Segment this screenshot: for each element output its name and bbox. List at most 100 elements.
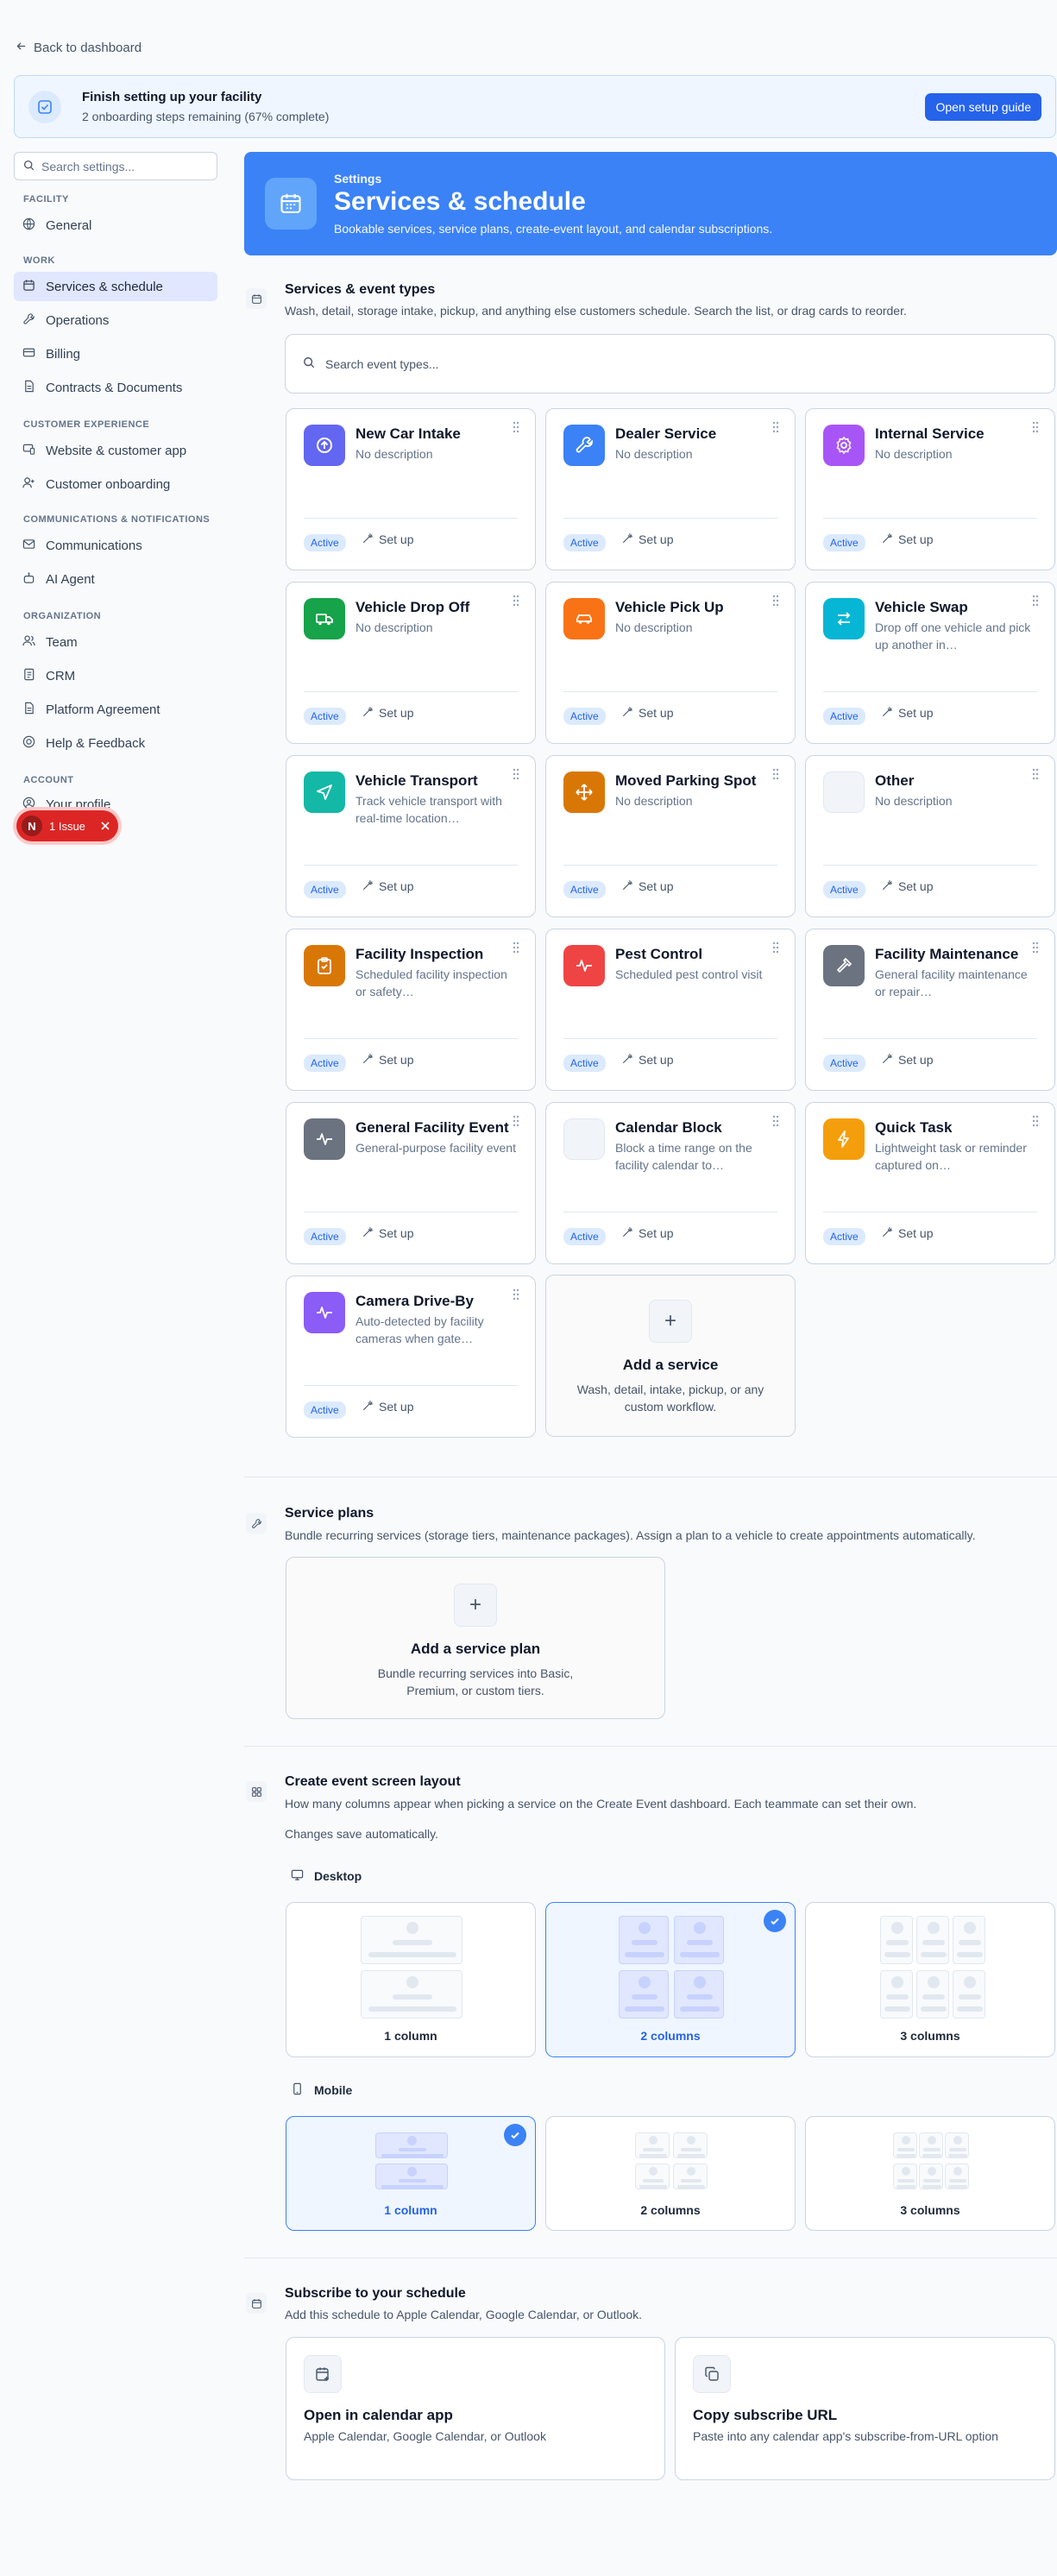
event-type-card[interactable]: Dealer Service No description Active Set up (545, 408, 796, 570)
sidebar-item-communications[interactable]: Communications (14, 531, 217, 560)
mobile-layout-2-columns[interactable]: 2 columns (545, 2116, 796, 2231)
desktop-layout-3-columns[interactable]: 3 columns (805, 1902, 1055, 2057)
search-icon (303, 356, 315, 371)
sidebar-item-customer-onboarding[interactable]: Customer onboarding (14, 469, 217, 499)
event-type-card[interactable]: Vehicle Swap Drop off one vehicle and pic… (805, 582, 1055, 744)
set-up-button[interactable]: Set up (882, 879, 933, 893)
mobile-layout-1-column[interactable]: 1 column (286, 2116, 536, 2231)
desktop-layout-2-columns[interactable]: 2 columns (545, 1902, 796, 2057)
drag-handle-icon[interactable] (772, 421, 779, 433)
event-type-name: Dealer Service (615, 425, 717, 442)
desktop-layout-1-column[interactable]: 1 column (286, 1902, 536, 2057)
mobile-layout-3-columns[interactable]: 3 columns (805, 2116, 1055, 2231)
sidebar-item-services-schedule[interactable]: Services & schedule (14, 272, 217, 301)
settings-search-input[interactable]: Search settings... (14, 152, 217, 180)
drag-handle-icon[interactable] (772, 1115, 779, 1127)
drag-handle-icon[interactable] (513, 1115, 519, 1127)
event-type-search-input[interactable]: Search event types... (285, 334, 1055, 394)
event-type-card[interactable]: Internal Service No description Active Set … (805, 408, 1055, 570)
card-divider (304, 518, 518, 519)
drag-handle-icon[interactable] (772, 942, 779, 954)
event-type-card[interactable]: General Facility Event General-purpose fa… (286, 1102, 536, 1264)
sidebar-item-platform-agreement[interactable]: Platform Agreement (14, 695, 217, 724)
set-up-button[interactable]: Set up (362, 1400, 413, 1414)
event-type-card[interactable]: Calendar Block Block a time range on the … (545, 1102, 796, 1264)
wrench-icon (246, 1513, 267, 1534)
event-type-card[interactable]: New Car Intake No description Active Set up (286, 408, 536, 570)
sidebar-item-website[interactable]: Website & customer app (14, 436, 217, 465)
event-type-card[interactable]: Other No description Active Set up (805, 755, 1055, 917)
set-up-button[interactable]: Set up (622, 1053, 673, 1067)
magic-wand-icon (882, 1226, 893, 1240)
close-icon[interactable] (101, 820, 110, 833)
sidebar-item-general[interactable]: General (14, 211, 217, 240)
set-up-button[interactable]: Set up (882, 532, 933, 546)
set-up-button[interactable]: Set up (622, 1226, 673, 1240)
event-type-card[interactable]: Pest Control Scheduled pest control visit… (545, 929, 796, 1091)
drag-handle-icon[interactable] (1032, 942, 1039, 954)
event-type-card[interactable]: Vehicle Drop Off No description Active Set … (286, 582, 536, 744)
drag-handle-icon[interactable] (1032, 421, 1039, 433)
event-type-card[interactable]: Camera Drive-By Auto-detected by facility… (286, 1275, 536, 1438)
magic-wand-icon (362, 706, 374, 720)
drag-handle-icon[interactable] (513, 595, 519, 607)
desktop-subheading: Desktop (291, 1868, 362, 1884)
status-badge: Active (304, 1055, 346, 1072)
set-up-button[interactable]: Set up (882, 1053, 933, 1067)
calendar-plus-icon (246, 2293, 267, 2314)
drag-handle-icon[interactable] (513, 942, 519, 954)
sidebar-item-billing[interactable]: Billing (14, 339, 217, 368)
set-up-button[interactable]: Set up (362, 532, 413, 546)
banner-subtitle: 2 onboarding steps remaining (67% comple… (82, 110, 330, 123)
set-up-button[interactable]: Set up (362, 879, 413, 893)
drag-handle-icon[interactable] (772, 595, 779, 607)
set-up-button[interactable]: Set up (622, 532, 673, 546)
blank-icon (563, 1118, 605, 1160)
event-type-card[interactable]: Facility Maintenance General facility mai… (805, 929, 1055, 1091)
sidebar-item-operations[interactable]: Operations (14, 305, 217, 335)
copy-subscribe-url-description: Paste into any calendar app's subscribe-… (693, 2429, 998, 2443)
drag-handle-icon[interactable] (1032, 595, 1039, 607)
status-badge: Active (563, 534, 606, 551)
event-type-card[interactable]: Facility Inspection Scheduled facility in… (286, 929, 536, 1091)
issue-indicator[interactable]: N 1 Issue (16, 810, 118, 841)
add-service-plan-card[interactable]: + Add a service plan Bundle recurring se… (286, 1557, 665, 1719)
drag-handle-icon[interactable] (1032, 768, 1039, 780)
add-service-card[interactable]: + Add a service Wash, detail, intake, pi… (545, 1275, 796, 1437)
drag-handle-icon[interactable] (513, 1288, 519, 1301)
set-up-button[interactable]: Set up (882, 1226, 933, 1240)
drag-handle-icon[interactable] (513, 768, 519, 780)
layout-description: How many columns appear when picking a s… (285, 1797, 917, 1811)
set-up-button[interactable]: Set up (362, 706, 413, 720)
open-in-calendar-app-card[interactable]: Open in calendar app Apple Calendar, Goo… (286, 2337, 665, 2480)
sidebar-item-contracts[interactable]: Contracts & Documents (14, 373, 217, 402)
sidebar-item-ai-agent[interactable]: AI Agent (14, 564, 217, 594)
back-to-dashboard-link[interactable]: Back to dashboard (16, 38, 142, 57)
set-up-button[interactable]: Set up (362, 1053, 413, 1067)
sidebar-item-crm[interactable]: CRM (14, 661, 217, 690)
card-divider (304, 691, 518, 692)
drag-handle-icon[interactable] (513, 421, 519, 433)
card-divider (823, 691, 1037, 692)
drag-handle-icon[interactable] (772, 768, 779, 780)
layout-option-label: 2 columns (640, 2203, 701, 2217)
event-type-card[interactable]: Vehicle Pick Up No description Active Set u… (545, 582, 796, 744)
open-setup-guide-button[interactable]: Open setup guide (925, 92, 1041, 121)
sidebar-item-team[interactable]: Team (14, 627, 217, 657)
layout-preview-tile (674, 1916, 724, 1964)
copy-subscribe-url-card[interactable]: Copy subscribe URL Paste into any calend… (675, 2337, 1055, 2480)
page-subtitle: Bookable services, service plans, create… (334, 222, 773, 236)
set-up-button[interactable]: Set up (882, 706, 933, 720)
calendar-icon (246, 288, 267, 309)
event-type-card[interactable]: Quick Task Lightweight task or reminder c… (805, 1102, 1055, 1264)
sidebar-item-help-feedback[interactable]: Help & Feedback (14, 728, 217, 758)
sidebar-item-label: Contracts & Documents (46, 380, 183, 395)
drag-handle-icon[interactable] (1032, 1115, 1039, 1127)
event-type-card[interactable]: Moved Parking Spot No description Active Se… (545, 755, 796, 917)
set-up-button[interactable]: Set up (362, 1226, 413, 1240)
globe-icon (22, 217, 35, 234)
set-up-button[interactable]: Set up (622, 706, 673, 720)
event-type-card[interactable]: Vehicle Transport Track vehicle transport… (286, 755, 536, 917)
layout-preview-tile (945, 2132, 969, 2158)
set-up-button[interactable]: Set up (622, 879, 673, 893)
